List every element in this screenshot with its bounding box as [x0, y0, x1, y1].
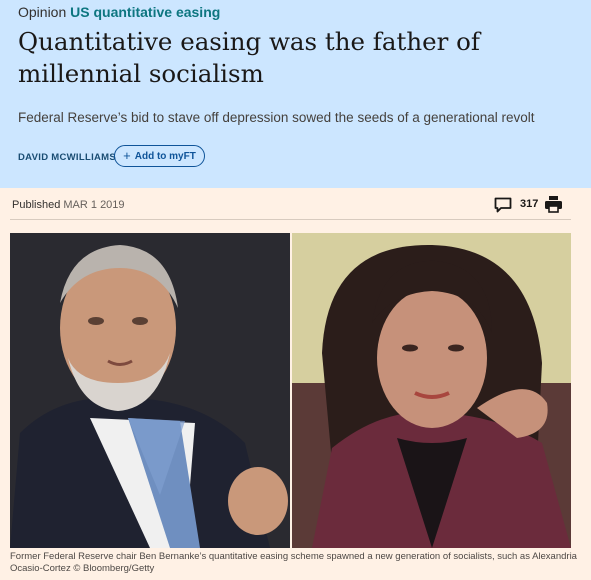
speech-bubble-icon[interactable] [494, 197, 512, 213]
topic-line: Opinion US quantitative easing [18, 4, 220, 20]
plus-icon: + [123, 148, 131, 163]
photo-ben-bernanke [10, 233, 290, 548]
topic-tag-link[interactable]: US quantitative easing [70, 4, 220, 20]
author-link[interactable]: DAVID MCWILLIAMS [18, 152, 116, 163]
photo-alexandria-ocasio-cortez [292, 233, 571, 548]
published-label: Published [12, 199, 61, 211]
article-header: Opinion US quantitative easing Quantitat… [0, 0, 591, 188]
comment-count[interactable]: 317 [520, 198, 538, 210]
add-to-myft-button[interactable]: + Add to myFT [114, 145, 205, 167]
standfirst: Federal Reserve’s bid to stave off depre… [18, 110, 535, 125]
add-to-myft-label: Add to myFT [134, 150, 196, 162]
image-caption: Former Federal Reserve chair Ben Bernank… [10, 551, 577, 574]
topic-prefix: Opinion [18, 4, 67, 20]
divider [10, 219, 571, 220]
page-title: Quantitative easing was the father of mi… [18, 27, 480, 88]
published-info: Published MAR 1 2019 [12, 199, 125, 211]
printer-icon[interactable] [544, 195, 563, 213]
published-date: MAR 1 2019 [63, 199, 125, 211]
